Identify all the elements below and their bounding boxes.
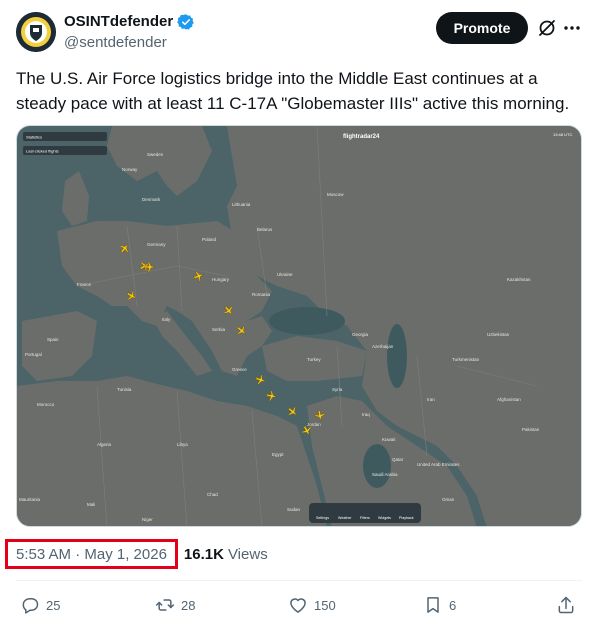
map-label: Syria [332, 387, 343, 392]
map-label: Poland [202, 237, 217, 242]
map-label: Iraq [362, 412, 370, 417]
map-label: Turkmenistan [452, 357, 480, 362]
map-label: Spain [47, 337, 59, 342]
map-label: Morocco [37, 402, 55, 407]
map-label: Romania [252, 292, 271, 297]
control-filters[interactable]: Filters [360, 516, 370, 520]
map-label: Qatar [392, 457, 404, 462]
map-label: Niger [142, 517, 153, 522]
control-settings[interactable]: Settings [316, 516, 329, 520]
like-count: 150 [314, 597, 336, 613]
map-label: Italy [162, 317, 171, 322]
grok-icon[interactable] [537, 18, 557, 38]
avatar[interactable] [16, 12, 56, 52]
map-label: Ukraine [277, 272, 293, 277]
map-label: Serbia [212, 327, 226, 332]
control-widgets[interactable]: Widgets [378, 516, 391, 520]
map-label: Sweden [147, 152, 164, 157]
views[interactable]: 16.1K Views [184, 546, 268, 563]
map-label: Algeria [97, 442, 112, 447]
map-label: United Arab Emirates [417, 462, 460, 467]
control-playback[interactable]: Playback [399, 516, 414, 520]
map-label: Germany [147, 242, 166, 247]
map-label: Turkey [307, 357, 321, 362]
map-label: Sudan [287, 507, 301, 512]
share-icon [558, 596, 574, 614]
verified-badge-icon[interactable] [177, 13, 195, 31]
flightradar-brand: flightradar24 [343, 134, 380, 140]
map-label: Greece [232, 367, 247, 372]
tweet-text: The U.S. Air Force logistics bridge into… [16, 69, 570, 113]
map-label: Denmark [142, 197, 161, 202]
bookmark-button[interactable]: 6 [423, 594, 456, 616]
map-label: Portugal [25, 352, 42, 357]
map-label: Azerbaijan [372, 344, 394, 349]
map-label: Lithuania [232, 202, 251, 207]
reply-button[interactable]: 25 [20, 594, 60, 616]
map-label: Jordan [307, 422, 321, 427]
map-label: Hungary [212, 277, 230, 282]
views-count: 16.1K [183, 545, 224, 563]
map-label: Uzbekistan [487, 332, 510, 337]
bookmark-icon [427, 597, 439, 613]
map-label: Saudi Arabia [372, 472, 398, 477]
reply-icon [22, 598, 39, 614]
promote-button[interactable]: Promote [436, 12, 528, 44]
map-label: Pakistan [522, 427, 540, 432]
control-weather[interactable]: Weather [338, 516, 352, 520]
filter-label: Last-clicked flights [26, 149, 59, 154]
statistics-title: Statistics [26, 135, 42, 140]
share-button[interactable] [556, 594, 576, 616]
map-label: Georgia [352, 332, 369, 337]
media-image[interactable]: Sweden Norway Denmark Lithuania Belarus … [16, 125, 582, 527]
map-label: Mali [87, 502, 95, 507]
tweet-timestamp[interactable]: 5:53 AM · May 1, 2026 [5, 539, 178, 569]
repost-count: 28 [181, 597, 196, 613]
repost-icon [155, 599, 175, 611]
heart-icon [290, 598, 306, 613]
flight-map: Sweden Norway Denmark Lithuania Belarus … [17, 126, 581, 526]
like-button[interactable]: 150 [288, 594, 336, 616]
map-label: Moscow [327, 192, 344, 197]
views-label: Views [227, 545, 268, 563]
bookmark-count: 6 [449, 597, 457, 613]
meta-row: 5:53 AM · May 1, 2026 16.1K Views [5, 539, 268, 569]
map-label: Libya [177, 442, 188, 447]
repost-button[interactable]: 28 [155, 594, 195, 616]
reply-count: 25 [46, 597, 61, 613]
avatar-logo-icon [16, 12, 56, 52]
map-label: Mauritania [19, 497, 41, 502]
map-label: France [77, 282, 92, 287]
map-label: Egypt [272, 452, 284, 457]
map-label: Tunisia [117, 387, 132, 392]
author-display-name[interactable]: OSINTdefender [64, 12, 173, 32]
author-handle[interactable]: @sentdefender [64, 33, 167, 53]
map-time: 13:48 UTC [553, 132, 572, 137]
map-label: Iran [427, 397, 435, 402]
map-label: Norway [122, 167, 138, 172]
map-label: Belarus [257, 227, 273, 232]
map-label: Chad [207, 492, 218, 497]
map-label: Kazakhstan [507, 277, 531, 282]
author-name-row: OSINTdefender [64, 12, 195, 32]
map-label: Oman [442, 497, 455, 502]
map-label: Afghanistan [497, 397, 521, 402]
map-controls-bar [309, 503, 421, 523]
map-label: Kuwait [382, 437, 396, 442]
divider [16, 580, 582, 581]
more-icon[interactable] [562, 18, 582, 38]
